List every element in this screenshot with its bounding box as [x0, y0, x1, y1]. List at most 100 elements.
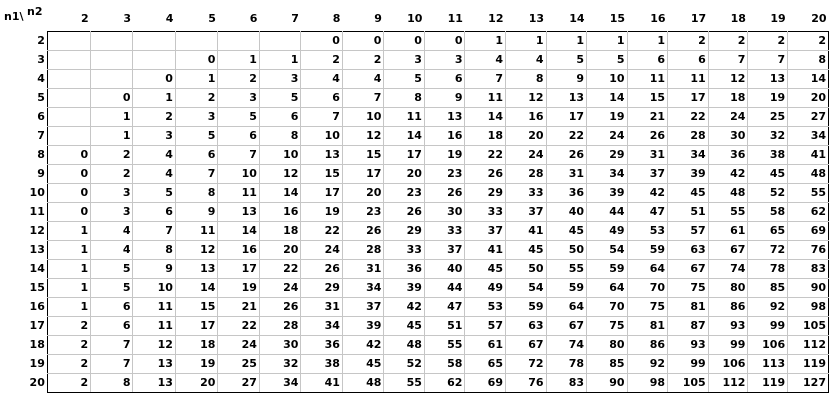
table-cell: 42 — [708, 164, 749, 184]
table-cell: 2 — [300, 50, 343, 70]
table-cell: 7 — [132, 221, 176, 241]
column-header-n2: 9 — [374, 11, 382, 25]
table-cell: 11 — [132, 297, 176, 317]
table-cell: 24 — [300, 240, 343, 260]
table-cell: 105 — [667, 373, 709, 393]
table-cell: 59 — [627, 240, 669, 260]
table-cell: 3 — [424, 50, 466, 70]
table-cell: 61 — [708, 221, 749, 241]
table-cell: 7 — [708, 50, 749, 70]
table-cell: 29 — [383, 221, 425, 241]
column-header-n2: 14 — [569, 11, 585, 25]
table-cell: 105 — [787, 316, 829, 336]
table-cell: 26 — [342, 221, 385, 241]
table-cell: 13 — [546, 88, 588, 108]
row-header-n1: 17 — [29, 319, 45, 332]
row-header-n1: 6 — [37, 110, 45, 123]
table-cell: 22 — [546, 126, 588, 146]
table-cell: 14 — [586, 88, 628, 108]
table-cell: 42 — [627, 183, 669, 203]
table-cell: 39 — [342, 316, 385, 336]
table-cell: 112 — [708, 373, 749, 393]
table-cell: 20 — [383, 164, 425, 184]
table-row: 4 0 1 2 3 4 4 5 6 7 8 9 10 11 11 12 13 14 — [0, 69, 829, 89]
table-cell: 69 — [464, 373, 506, 393]
row-header-n1: 18 — [29, 338, 45, 351]
table-cell: 15 — [300, 164, 343, 184]
table-cell: 47 — [627, 202, 669, 222]
table-cell: 3 — [90, 183, 134, 203]
table-cell: 18 — [175, 335, 219, 355]
table-cell: 11 — [132, 316, 176, 336]
table-cell: 11 — [627, 69, 669, 89]
table-cell: 20 — [259, 240, 302, 260]
table-cell: 6 — [627, 50, 669, 70]
table-cell: 12 — [342, 126, 385, 146]
table-cell: 12 — [259, 164, 302, 184]
table-cell: 81 — [667, 297, 709, 317]
table-cell: 14 — [217, 221, 260, 241]
table-cell: 41 — [505, 221, 547, 241]
table-cell: 8 — [505, 69, 547, 89]
table-cell: 45 — [383, 316, 425, 336]
table-cell: 2 — [46, 335, 92, 355]
row-header-n1: 7 — [37, 129, 45, 142]
table-cell: 22 — [259, 259, 302, 279]
table-cell: 85 — [586, 354, 628, 374]
table-cell: 2 — [46, 316, 92, 336]
row-variable-label: n1\ — [4, 10, 24, 23]
table-cell: 39 — [586, 183, 628, 203]
table-cell: 6 — [300, 88, 343, 108]
table-cell: 0 — [342, 30, 385, 51]
table-cell: 6 — [175, 145, 219, 165]
table-cell: 30 — [259, 335, 302, 355]
column-header-n2: 10 — [407, 11, 423, 25]
row-header-n1: 12 — [29, 224, 45, 237]
table-cell: 36 — [708, 145, 749, 165]
table-cell: 32 — [747, 126, 789, 146]
table-cell: 7 — [90, 354, 134, 374]
table-cell: 58 — [747, 202, 789, 222]
table-cell: 53 — [464, 297, 506, 317]
table-cell: 17 — [217, 259, 260, 279]
table-cell: 98 — [627, 373, 669, 393]
column-header-row: n1\ n2 2 3 4 5 6 7 8 9 10 11 12 13 14 15 16 17 18 19 20 — [0, 0, 829, 31]
table-cell: 67 — [708, 240, 749, 260]
table-cell: 13 — [217, 202, 260, 222]
table-cell: 0 — [46, 145, 92, 165]
table-cell: 37 — [627, 164, 669, 184]
table-cell — [46, 107, 92, 127]
table-cell: 40 — [546, 202, 588, 222]
table-cell: 2 — [46, 354, 92, 374]
table-cell: 31 — [300, 297, 343, 317]
table-cell — [259, 30, 302, 51]
table-cell: 6 — [217, 126, 260, 146]
table-cell: 17 — [175, 316, 219, 336]
table-row: 14 1 5 9 13 17 22 26 31 36 40 45 50 55 59 64 67 74 78 83 — [0, 259, 829, 279]
table-cell: 33 — [505, 183, 547, 203]
table-cell: 26 — [383, 202, 425, 222]
row-header-n1: 2 — [37, 34, 45, 47]
table-cell: 54 — [586, 240, 628, 260]
table-cell: 29 — [464, 183, 506, 203]
table-cell: 86 — [627, 335, 669, 355]
table-cell: 34 — [787, 126, 829, 146]
table-cell: 2 — [46, 373, 92, 393]
table-cell: 69 — [787, 221, 829, 241]
table-cell: 29 — [300, 278, 343, 298]
table-cell: 1 — [217, 50, 260, 70]
table-cell: 9 — [424, 88, 466, 108]
row-header-n1: 4 — [37, 72, 45, 85]
table-cell: 74 — [546, 335, 588, 355]
table-cell: 90 — [586, 373, 628, 393]
table-cell: 37 — [342, 297, 385, 317]
table-cell: 55 — [424, 335, 466, 355]
table-row: 10 0 3 5 8 11 14 17 20 23 26 29 33 36 39 42 45 48 52 55 — [0, 183, 829, 203]
table-cell: 27 — [217, 373, 260, 393]
table-cell: 64 — [627, 259, 669, 279]
table-cell: 72 — [747, 240, 789, 260]
row-header-n1: 15 — [29, 281, 45, 294]
table-cell: 23 — [424, 164, 466, 184]
table-cell: 31 — [627, 145, 669, 165]
table-cell: 25 — [747, 107, 789, 127]
